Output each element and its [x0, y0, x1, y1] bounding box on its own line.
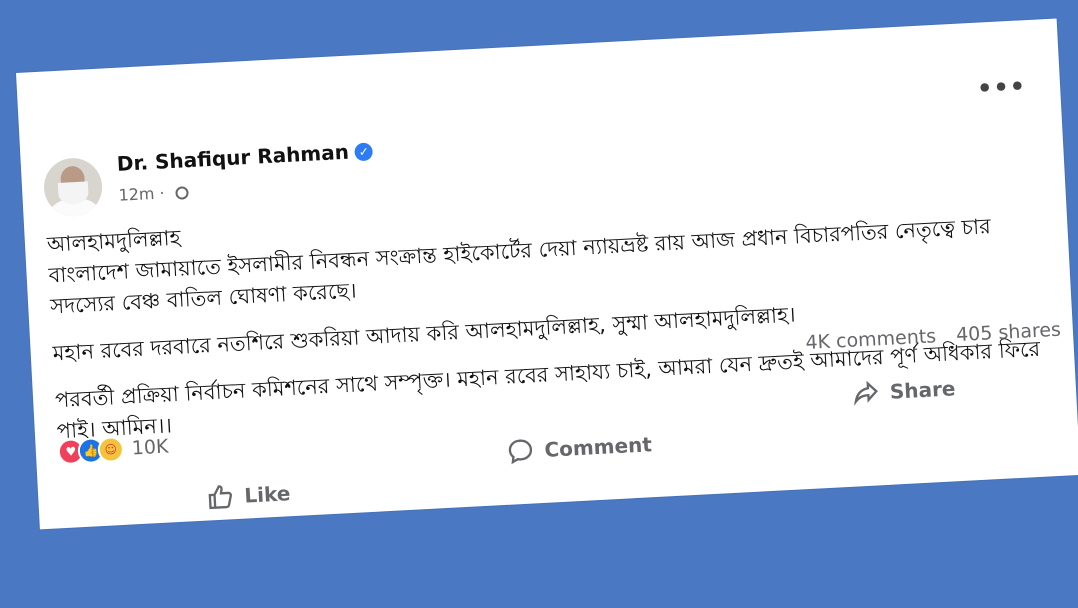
author-name[interactable]: Dr. Shafiqur Rahman [116, 140, 349, 176]
comment-icon [508, 439, 533, 465]
globe-icon [175, 186, 190, 200]
share-icon [854, 380, 878, 406]
thumbs-up-icon [208, 485, 233, 510]
more-options-icon[interactable]: ••• [976, 72, 1026, 103]
comment-label: Comment [543, 432, 653, 462]
facebook-post-card: Dr. Shafiqur Rahman ✓ 12m · ••• আলহামদুলি… [16, 18, 1078, 530]
share-label: Share [889, 376, 956, 404]
shares-count[interactable]: 405 shares [956, 319, 1062, 346]
verified-badge-icon: ✓ [354, 142, 374, 162]
author-name-row: Dr. Shafiqur Rahman ✓ [116, 138, 374, 176]
post-meta: 12m · [118, 182, 190, 205]
share-button[interactable]: Share [851, 374, 956, 407]
like-button[interactable]: Like [206, 479, 291, 511]
like-label: Like [243, 481, 291, 508]
post-time[interactable]: 12m [118, 184, 155, 205]
author-avatar[interactable] [42, 156, 104, 218]
